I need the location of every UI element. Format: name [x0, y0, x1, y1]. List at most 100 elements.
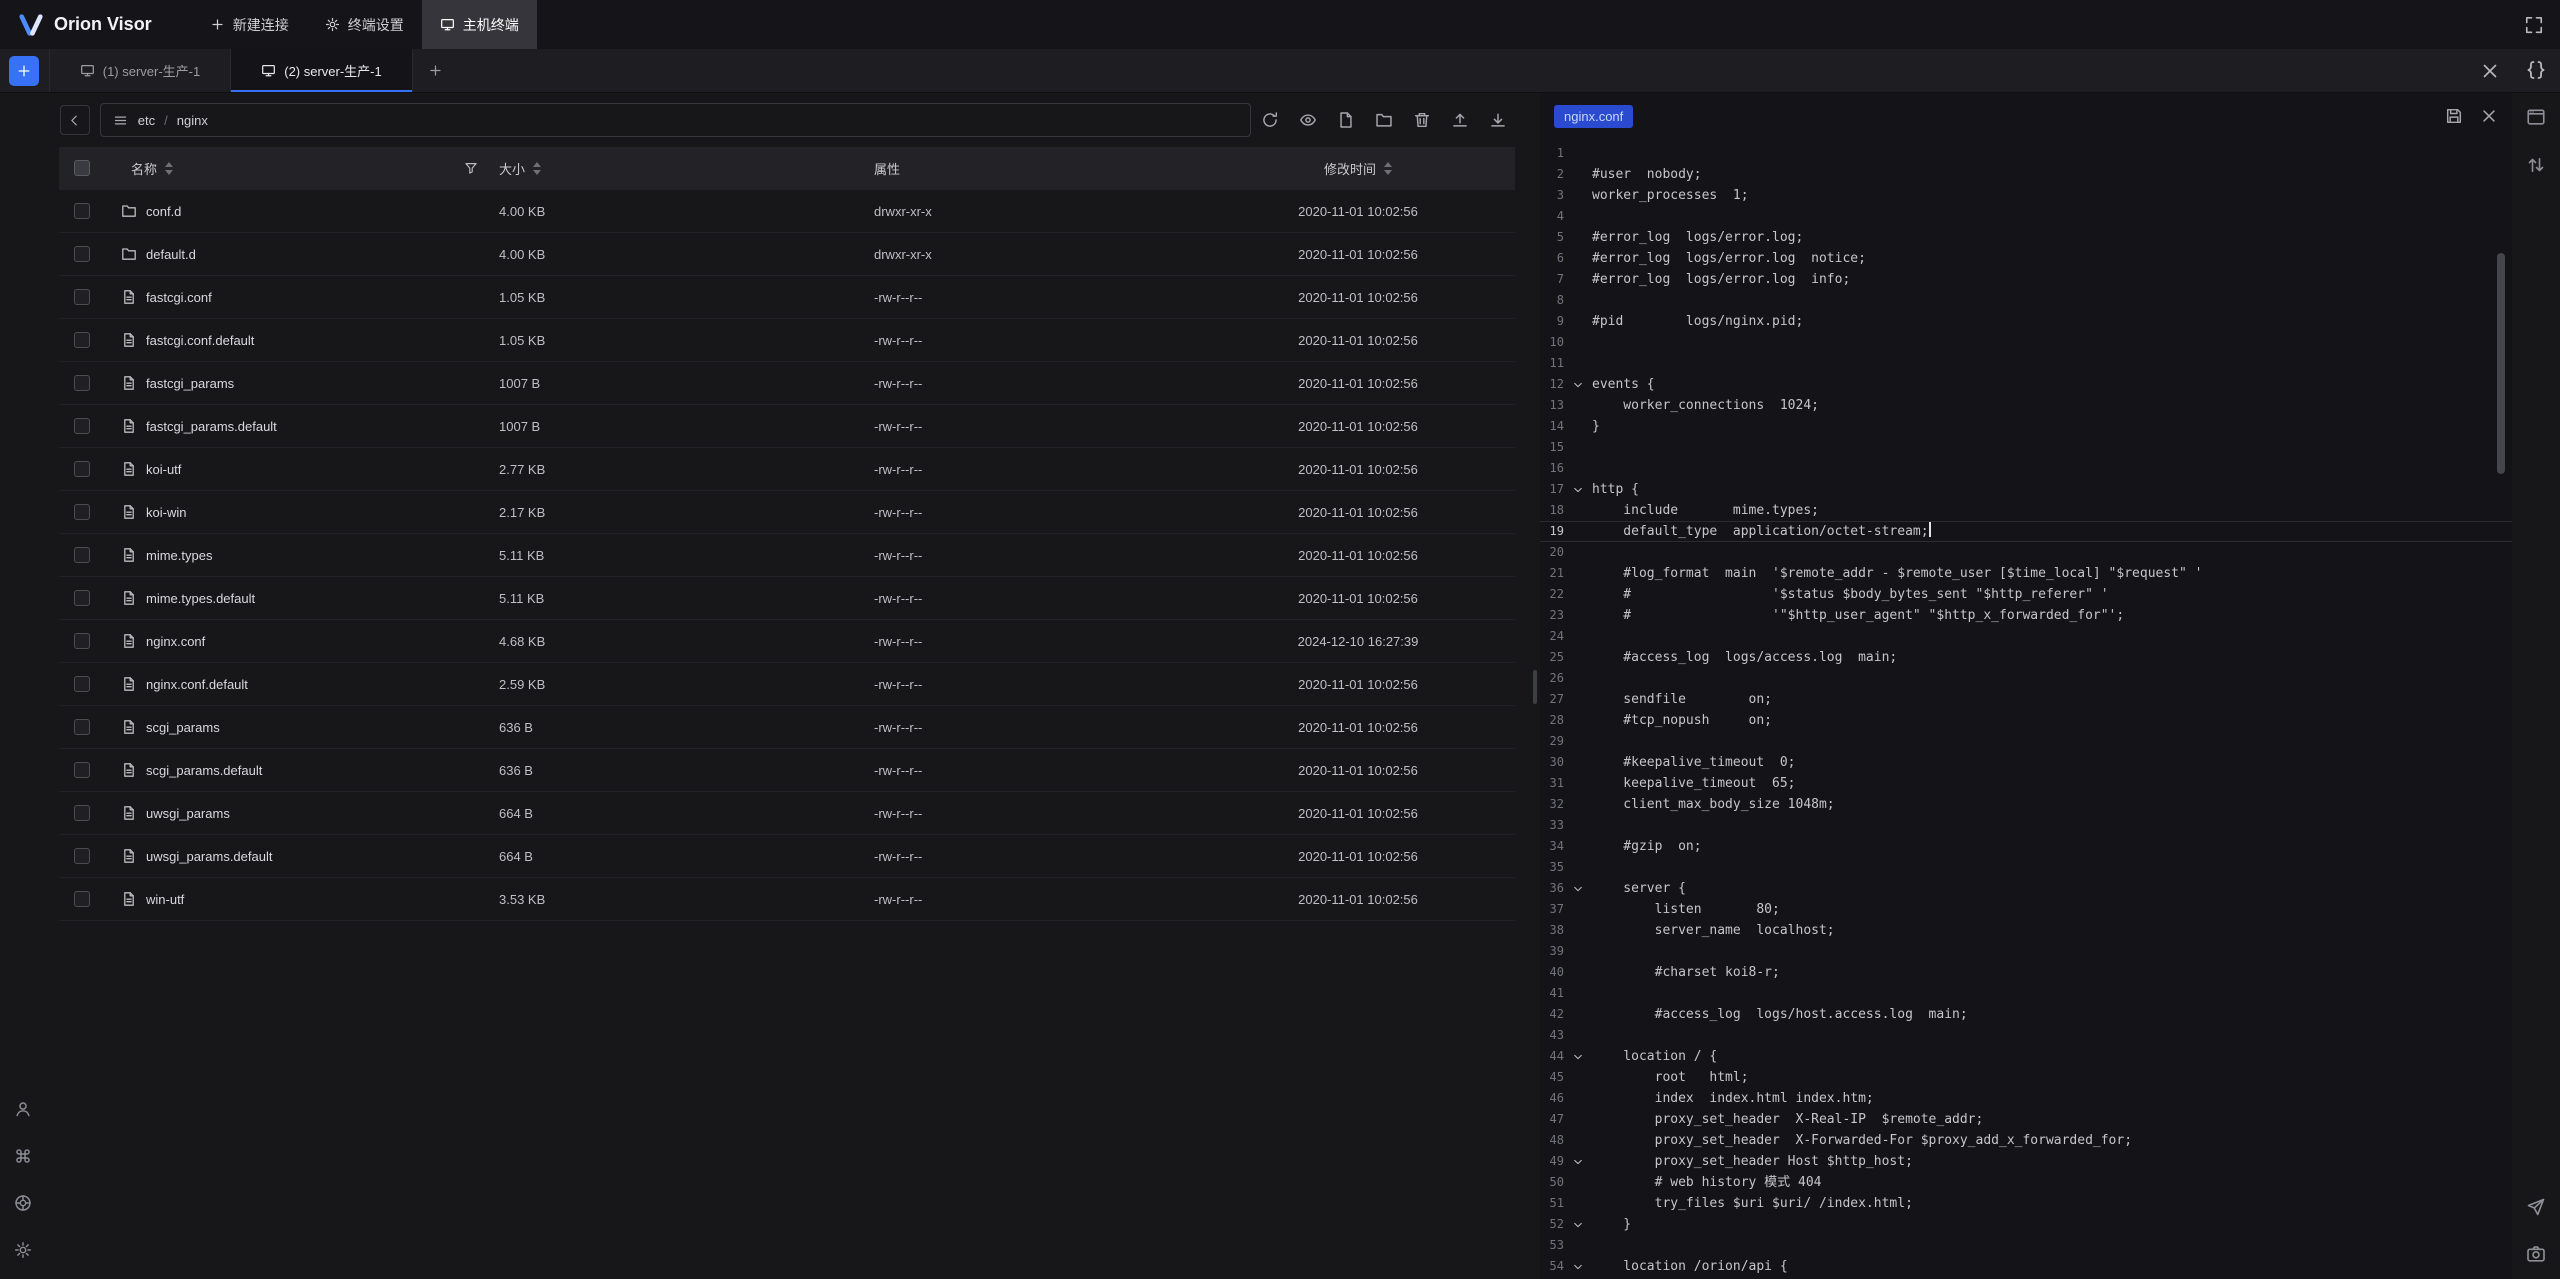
file-name[interactable]: nginx.conf.default: [146, 677, 248, 692]
file-name[interactable]: koi-utf: [146, 462, 181, 477]
editor-close-icon[interactable]: [2480, 107, 2498, 125]
save-icon[interactable]: [2445, 107, 2463, 125]
code-line[interactable]: 22 # '$status $body_bytes_sent "$http_re…: [1540, 584, 2512, 605]
terminal-tab-1[interactable]: (1) server-生产-1: [49, 49, 231, 92]
file-row[interactable]: conf.d4.00 KBdrwxr-xr-x2020-11-01 10:02:…: [59, 190, 1515, 233]
delete-icon[interactable]: [1413, 111, 1431, 129]
editor-scrollbar[interactable]: [2497, 253, 2505, 474]
code-line[interactable]: 18 include mime.types;: [1540, 500, 2512, 521]
upload-icon[interactable]: [1451, 111, 1469, 129]
file-row[interactable]: koi-win2.17 KB-rw-r--r--2020-11-01 10:02…: [59, 491, 1515, 534]
file-row[interactable]: scgi_params636 B-rw-r--r--2020-11-01 10:…: [59, 706, 1515, 749]
file-row[interactable]: fastcgi.conf1.05 KB-rw-r--r--2020-11-01 …: [59, 276, 1515, 319]
row-checkbox[interactable]: [74, 805, 90, 821]
file-row[interactable]: uwsgi_params664 B-rw-r--r--2020-11-01 10…: [59, 792, 1515, 835]
theme-icon[interactable]: [14, 1194, 32, 1212]
code-line[interactable]: 45 root html;: [1540, 1067, 2512, 1088]
code-line[interactable]: 36 server {: [1540, 878, 2512, 899]
code-line[interactable]: 11: [1540, 353, 2512, 374]
code-line[interactable]: 14}: [1540, 416, 2512, 437]
row-checkbox[interactable]: [74, 762, 90, 778]
file-name[interactable]: conf.d: [146, 204, 181, 219]
file-row[interactable]: nginx.conf.default2.59 KB-rw-r--r--2020-…: [59, 663, 1515, 706]
select-all-checkbox[interactable]: [74, 160, 90, 176]
code-line[interactable]: 9#pid logs/nginx.pid;: [1540, 311, 2512, 332]
file-row[interactable]: fastcgi.conf.default1.05 KB-rw-r--r--202…: [59, 319, 1515, 362]
row-checkbox[interactable]: [74, 633, 90, 649]
code-line[interactable]: 33: [1540, 815, 2512, 836]
code-line[interactable]: 52 }: [1540, 1214, 2512, 1235]
close-icon[interactable]: [2480, 61, 2500, 81]
display-icon[interactable]: [2526, 107, 2546, 127]
code-line[interactable]: 46 index index.html index.htm;: [1540, 1088, 2512, 1109]
code-line[interactable]: 54 location /orion/api {: [1540, 1256, 2512, 1277]
sort-size-icon[interactable]: [533, 162, 541, 175]
code-line[interactable]: 8: [1540, 290, 2512, 311]
row-checkbox[interactable]: [74, 676, 90, 692]
code-line[interactable]: 16: [1540, 458, 2512, 479]
code-line[interactable]: 34 #gzip on;: [1540, 836, 2512, 857]
file-row[interactable]: mime.types.default5.11 KB-rw-r--r--2020-…: [59, 577, 1515, 620]
code-line[interactable]: 23 # '"$http_user_agent" "$http_x_forwar…: [1540, 605, 2512, 626]
nav-new-connection[interactable]: 新建连接: [192, 0, 307, 49]
row-checkbox[interactable]: [74, 719, 90, 735]
code-line[interactable]: 32 client_max_body_size 1048m;: [1540, 794, 2512, 815]
code-line[interactable]: 13 worker_connections 1024;: [1540, 395, 2512, 416]
code-line[interactable]: 53: [1540, 1235, 2512, 1256]
terminal-tab-2[interactable]: (2) server-生产-1: [231, 49, 413, 92]
file-row[interactable]: uwsgi_params.default664 B-rw-r--r--2020-…: [59, 835, 1515, 878]
file-name[interactable]: mime.types.default: [146, 591, 255, 606]
code-line[interactable]: 48 proxy_set_header X-Forwarded-For $pro…: [1540, 1130, 2512, 1151]
row-checkbox[interactable]: [74, 547, 90, 563]
path-segment[interactable]: etc: [138, 113, 155, 128]
fold-chevron-icon[interactable]: [1564, 1214, 1592, 1235]
code-line[interactable]: 27 sendfile on;: [1540, 689, 2512, 710]
code-line[interactable]: 41: [1540, 983, 2512, 1004]
new-terminal-button[interactable]: [9, 56, 39, 86]
filter-icon[interactable]: [464, 161, 478, 175]
file-name[interactable]: uwsgi_params.default: [146, 849, 272, 864]
code-line[interactable]: 21 #log_format main '$remote_addr - $rem…: [1540, 563, 2512, 584]
file-row[interactable]: koi-utf2.77 KB-rw-r--r--2020-11-01 10:02…: [59, 448, 1515, 491]
sort-name-icon[interactable]: [165, 162, 173, 175]
row-checkbox[interactable]: [74, 891, 90, 907]
file-row[interactable]: fastcgi_params.default1007 B-rw-r--r--20…: [59, 405, 1515, 448]
file-row[interactable]: fastcgi_params1007 B-rw-r--r--2020-11-01…: [59, 362, 1515, 405]
code-editor[interactable]: 12#user nobody;3worker_processes 1;45#er…: [1540, 139, 2512, 1279]
fold-chevron-icon[interactable]: [1564, 374, 1592, 395]
file-name[interactable]: nginx.conf: [146, 634, 205, 649]
user-icon[interactable]: [14, 1100, 32, 1118]
file-name[interactable]: fastcgi_params: [146, 376, 234, 391]
code-line[interactable]: 44 location / {: [1540, 1046, 2512, 1067]
nav-terminal-settings[interactable]: 终端设置: [307, 0, 422, 49]
row-checkbox[interactable]: [74, 332, 90, 348]
file-row[interactable]: win-utf3.53 KB-rw-r--r--2020-11-01 10:02…: [59, 878, 1515, 921]
code-line[interactable]: 35: [1540, 857, 2512, 878]
open-file-tag[interactable]: nginx.conf: [1554, 105, 1633, 128]
file-name[interactable]: koi-win: [146, 505, 186, 520]
settings-gear-icon[interactable]: [14, 1241, 32, 1259]
row-checkbox[interactable]: [74, 848, 90, 864]
code-line[interactable]: 7#error_log logs/error.log info;: [1540, 269, 2512, 290]
code-line[interactable]: 51 try_files $uri $uri/ /index.html;: [1540, 1193, 2512, 1214]
file-name[interactable]: fastcgi_params.default: [146, 419, 277, 434]
fold-chevron-icon[interactable]: [1564, 878, 1592, 899]
transfer-icon[interactable]: [2526, 155, 2546, 175]
file-name[interactable]: win-utf: [146, 892, 184, 907]
path-segment[interactable]: nginx: [177, 113, 208, 128]
code-line[interactable]: 20: [1540, 542, 2512, 563]
file-name[interactable]: fastcgi.conf: [146, 290, 212, 305]
code-line[interactable]: 37 listen 80;: [1540, 899, 2512, 920]
code-line[interactable]: 3worker_processes 1;: [1540, 185, 2512, 206]
file-row[interactable]: mime.types5.11 KB-rw-r--r--2020-11-01 10…: [59, 534, 1515, 577]
file-name[interactable]: mime.types: [146, 548, 212, 563]
code-line[interactable]: 24: [1540, 626, 2512, 647]
fold-chevron-icon[interactable]: [1564, 479, 1592, 500]
column-header-size[interactable]: 大小: [490, 159, 850, 178]
row-checkbox[interactable]: [74, 203, 90, 219]
path-bar[interactable]: etc/nginx: [100, 103, 1251, 137]
code-line[interactable]: 40 #charset koi8-r;: [1540, 962, 2512, 983]
new-file-icon[interactable]: [1337, 111, 1355, 129]
code-line[interactable]: 47 proxy_set_header X-Real-IP $remote_ad…: [1540, 1109, 2512, 1130]
column-header-mtime[interactable]: 修改时间: [1270, 159, 1515, 178]
